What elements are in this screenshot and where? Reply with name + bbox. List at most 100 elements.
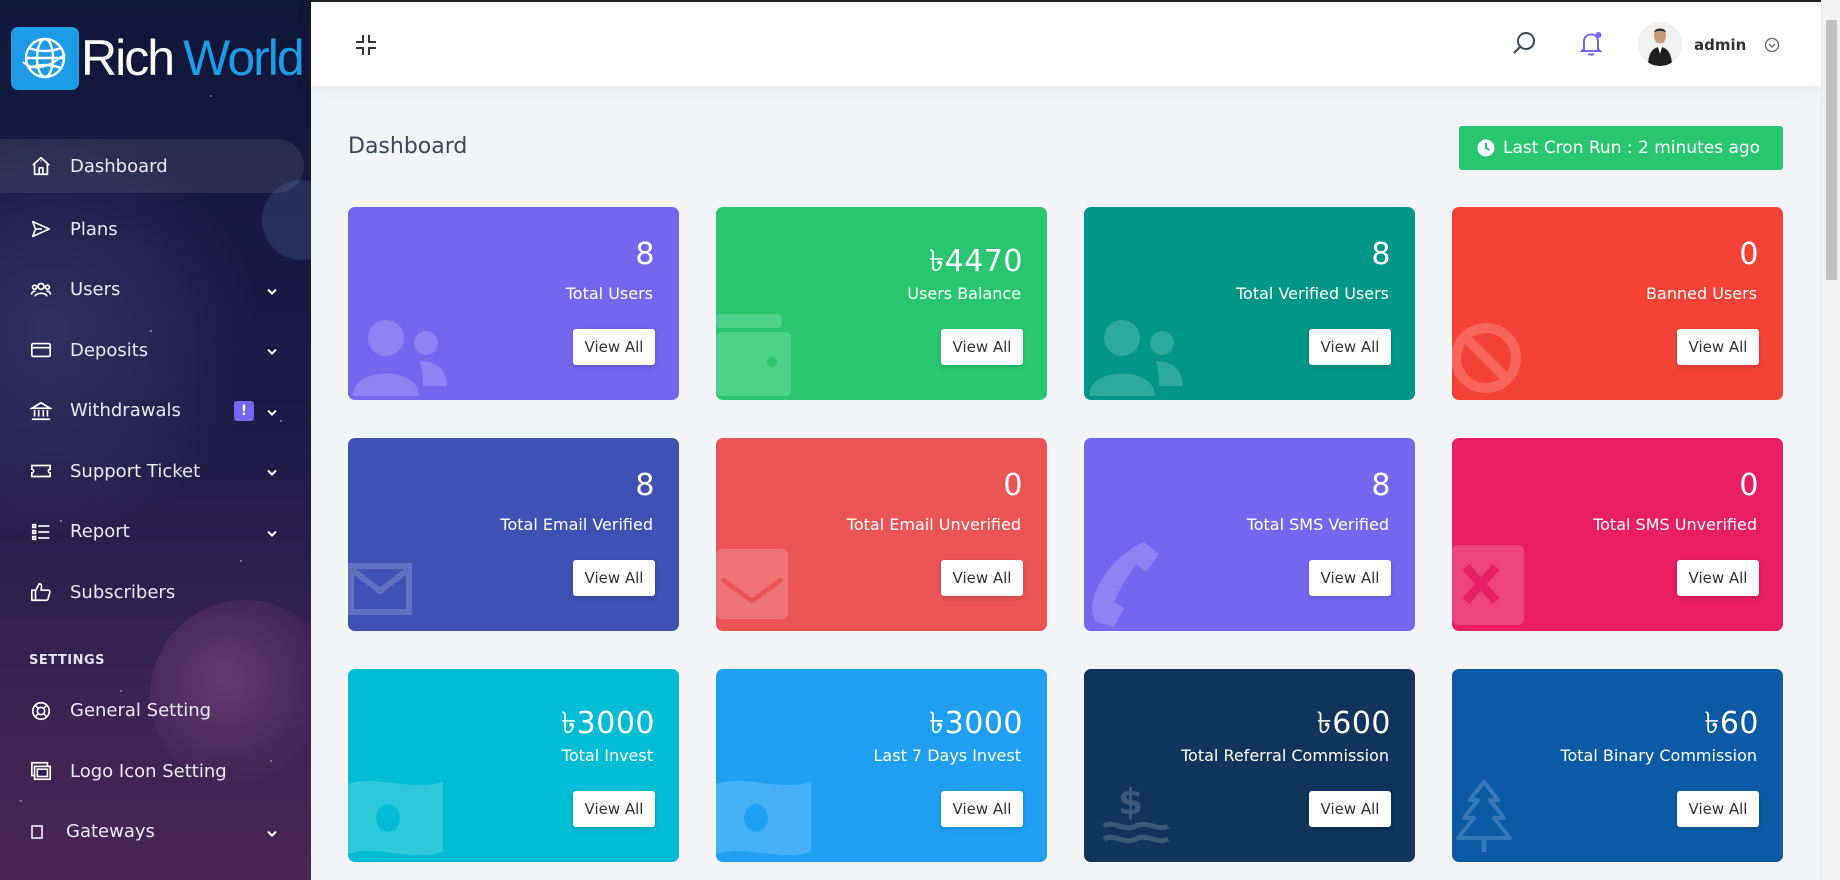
sidebar-item-label: Report bbox=[70, 521, 130, 543]
stat-label: Total Referral Commission bbox=[1180, 746, 1389, 765]
sidebar-item-label: Subscribers bbox=[70, 581, 176, 603]
stat-value: ৳60 bbox=[1704, 706, 1759, 741]
view-all-button[interactable]: View All bbox=[941, 791, 1023, 827]
bell-icon[interactable] bbox=[1577, 29, 1605, 61]
stat-value: 8 bbox=[635, 237, 655, 272]
view-all-button[interactable]: View All bbox=[1677, 791, 1759, 827]
money-icon bbox=[716, 778, 811, 862]
square-icon bbox=[30, 821, 44, 843]
stat-card-total-users: 8 Total Users View All bbox=[348, 207, 679, 400]
stat-label: Total Binary Commission bbox=[1560, 746, 1757, 765]
sidebar-item-users[interactable]: Users bbox=[0, 260, 311, 321]
home-icon bbox=[30, 155, 52, 177]
chevron-down-icon bbox=[266, 342, 278, 363]
stat-label: Total Users bbox=[565, 284, 653, 303]
view-all-button[interactable]: View All bbox=[1677, 329, 1759, 365]
view-all-button[interactable]: View All bbox=[1309, 329, 1391, 365]
stat-value: 8 bbox=[1371, 237, 1391, 272]
list-icon bbox=[30, 521, 52, 543]
sidebar-item-subscribers[interactable]: Subscribers bbox=[0, 562, 311, 623]
sidebar-item-withdrawals[interactable]: Withdrawals ! bbox=[0, 381, 311, 442]
sidebar-item-label: Support Ticket bbox=[70, 460, 201, 482]
stat-card-total-email-verified: 8 Total Email Verified View All bbox=[348, 438, 679, 631]
stat-label: Banned Users bbox=[1646, 284, 1757, 303]
view-all-button[interactable]: View All bbox=[941, 329, 1023, 365]
sidebar-item-logo-icon-setting[interactable]: Logo Icon Setting bbox=[0, 741, 311, 802]
stat-card-total-binary-commission: ৳60 Total Binary Commission View All bbox=[1452, 669, 1783, 862]
users-icon bbox=[1084, 316, 1184, 400]
globe-icon bbox=[11, 26, 79, 90]
view-all-button[interactable]: View All bbox=[1677, 560, 1759, 596]
sidebar-item-label: Withdrawals bbox=[70, 400, 181, 422]
view-all-button[interactable]: View All bbox=[573, 560, 655, 596]
sidebar-item-dashboard[interactable]: Dashboard bbox=[0, 139, 304, 193]
money-icon bbox=[348, 778, 443, 862]
bank-icon bbox=[30, 400, 52, 422]
wallet-icon bbox=[716, 314, 791, 400]
stat-card-last-7-days-invest: ৳3000 Last 7 Days Invest View All bbox=[716, 669, 1047, 862]
sidebar-item-plans[interactable]: Plans bbox=[0, 199, 311, 260]
brand-name-part2: World bbox=[183, 30, 305, 86]
stat-value: ৳600 bbox=[1316, 706, 1391, 741]
credit-card-icon bbox=[30, 339, 52, 361]
stat-card-banned-users: 0 Banned Users View All bbox=[1452, 207, 1783, 400]
chevron-down-icon bbox=[266, 281, 278, 302]
brand-logo[interactable]: Rich World bbox=[11, 26, 311, 90]
stat-label: Users Balance bbox=[907, 284, 1021, 303]
ticket-icon bbox=[30, 460, 52, 482]
page-title: Dashboard bbox=[348, 134, 468, 159]
top-header: admin bbox=[311, 0, 1821, 86]
stat-value: ৳3000 bbox=[929, 706, 1023, 741]
search-icon[interactable] bbox=[1511, 30, 1537, 60]
sidebar-nav: Dashboard Plans Users Deposits Withdrawa… bbox=[0, 139, 311, 862]
view-all-button[interactable]: View All bbox=[1309, 791, 1391, 827]
stat-card-total-sms-verified: 8 Total SMS Verified View All bbox=[1084, 438, 1415, 631]
sidebar-item-report[interactable]: Report bbox=[0, 502, 311, 563]
tree-icon bbox=[1454, 780, 1514, 858]
stat-value: 8 bbox=[1371, 468, 1391, 503]
avatar[interactable] bbox=[1638, 22, 1682, 66]
sidebar-item-deposits[interactable]: Deposits bbox=[0, 320, 311, 381]
scrollbar-thumb[interactable] bbox=[1826, 20, 1837, 280]
stat-label: Last 7 Days Invest bbox=[873, 746, 1021, 765]
stat-value: 0 bbox=[1739, 468, 1759, 503]
dollar-wave-icon: $ bbox=[1102, 776, 1170, 852]
sidebar-item-label: Users bbox=[70, 279, 121, 301]
envelope-icon bbox=[348, 563, 412, 619]
phone-icon bbox=[1084, 542, 1159, 631]
brand-name-part1: Rich bbox=[81, 30, 175, 86]
view-all-button[interactable]: View All bbox=[573, 329, 655, 365]
stat-card-total-sms-unverified: 0 Total SMS Unverified View All bbox=[1452, 438, 1783, 631]
send-icon bbox=[30, 218, 52, 240]
sidebar-item-general-setting[interactable]: General Setting bbox=[0, 681, 311, 742]
sidebar-item-gateways[interactable]: Gateways bbox=[0, 802, 311, 863]
sidebar-item-label: Logo Icon Setting bbox=[70, 760, 227, 782]
stat-label: Total Invest bbox=[561, 746, 653, 765]
clock-icon bbox=[1477, 139, 1495, 157]
stat-label: Total SMS Verified bbox=[1246, 515, 1389, 534]
life-ring-icon bbox=[30, 700, 52, 722]
users-icon bbox=[348, 316, 448, 400]
chevron-down-icon[interactable] bbox=[1764, 37, 1780, 57]
vertical-scrollbar[interactable] bbox=[1821, 0, 1840, 880]
sidebar-item-support-ticket[interactable]: Support Ticket bbox=[0, 441, 311, 502]
admin-username[interactable]: admin bbox=[1694, 36, 1746, 54]
view-all-button[interactable]: View All bbox=[941, 560, 1023, 596]
times-icon bbox=[1452, 545, 1524, 629]
cron-status-text: Last Cron Run : 2 minutes ago bbox=[1503, 138, 1761, 158]
compress-icon[interactable] bbox=[355, 34, 377, 60]
settings-heading: SETTINGS bbox=[29, 652, 106, 668]
chevron-down-icon bbox=[266, 463, 278, 484]
stat-card-total-email-unverified: 0 Total Email Unverified View All bbox=[716, 438, 1047, 631]
sidebar-item-label: Dashboard bbox=[70, 155, 168, 177]
view-all-button[interactable]: View All bbox=[1309, 560, 1391, 596]
chevron-down-icon bbox=[266, 523, 278, 544]
stat-value: 0 bbox=[1003, 468, 1023, 503]
view-all-button[interactable]: View All bbox=[573, 791, 655, 827]
thumbs-up-icon bbox=[30, 581, 52, 603]
stat-card-total-referral-commission: $ ৳600 Total Referral Commission View Al… bbox=[1084, 669, 1415, 862]
cron-status-badge: Last Cron Run : 2 minutes ago bbox=[1459, 126, 1783, 170]
stat-label: Total Email Unverified bbox=[846, 515, 1021, 534]
stat-label: Total Email Verified bbox=[500, 515, 653, 534]
stats-grid: 8 Total Users View All ৳4470 Users Balan… bbox=[348, 207, 1783, 862]
